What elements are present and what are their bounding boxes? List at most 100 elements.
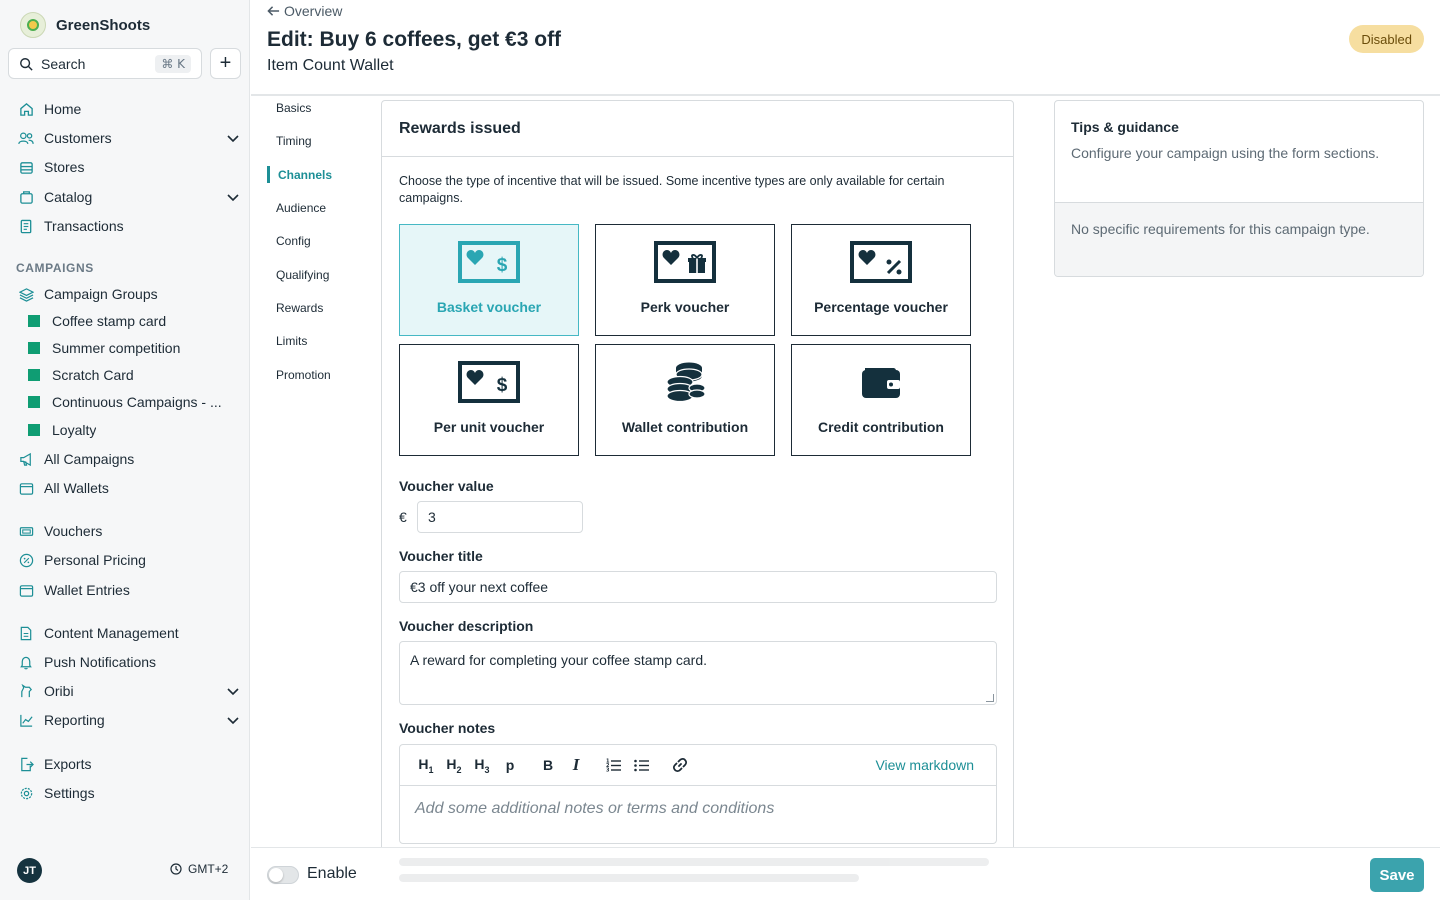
option-per-unit-voucher[interactable]: $ Per unit voucher <box>399 344 579 456</box>
brand[interactable]: GreenShoots <box>20 12 150 38</box>
rewards-card: Rewards issued Choose the type of incent… <box>381 100 1014 860</box>
search-icon <box>20 57 33 71</box>
section-nav-limits[interactable]: Limits <box>276 334 307 348</box>
view-markdown-link[interactable]: View markdown <box>875 757 974 773</box>
section-nav-qualifying[interactable]: Qualifying <box>276 268 329 282</box>
nav-item-vouchers[interactable]: Vouchers <box>18 519 240 543</box>
nav-item-all-wallets[interactable]: All Wallets <box>18 476 240 500</box>
search-shortcut: ⌘ K <box>155 54 191 73</box>
tips-panel: Tips & guidance Configure your campaign … <box>1054 100 1424 277</box>
voucher-notes-placeholder[interactable]: Add some additional notes or terms and c… <box>400 786 996 832</box>
bold-icon[interactable]: B <box>534 753 562 777</box>
group-color-square <box>28 396 40 408</box>
users-icon <box>18 130 34 146</box>
section-nav-channels[interactable]: Channels <box>278 168 332 182</box>
italic-icon[interactable]: I <box>562 753 590 777</box>
paragraph-icon[interactable]: p <box>496 753 524 777</box>
bell-icon <box>18 654 34 670</box>
chevron-down-icon[interactable] <box>226 713 240 727</box>
nav-item-campaign-groups[interactable]: Campaign Groups <box>18 282 240 306</box>
nav-item-home[interactable]: Home <box>18 97 240 121</box>
voucher-value-input[interactable]: 3 <box>417 501 583 533</box>
percent-icon <box>18 552 34 568</box>
search-input[interactable]: Search ⌘ K <box>8 48 202 79</box>
section-nav-basics[interactable]: Basics <box>276 101 311 115</box>
wallet-icon <box>18 480 34 496</box>
nav-item-all-campaigns[interactable]: All Campaigns <box>18 447 240 471</box>
coins-icon <box>663 359 707 405</box>
save-button[interactable]: Save <box>1370 858 1424 892</box>
basket-voucher-icon: $ <box>458 239 520 285</box>
plus-icon: + <box>219 52 232 74</box>
option-wallet-contribution[interactable]: Wallet contribution <box>595 344 775 456</box>
nav-item-catalog[interactable]: Catalog <box>18 185 240 209</box>
campaign-group-item[interactable]: Scratch Card <box>28 367 240 383</box>
nav-item-personal-pricing[interactable]: Personal Pricing <box>18 548 240 572</box>
heading-1-icon[interactable]: H1 <box>412 753 440 777</box>
header-divider <box>251 94 1440 96</box>
voucher-description-textarea[interactable]: A reward for completing your coffee stam… <box>399 641 997 705</box>
status-badge: Disabled <box>1349 25 1424 53</box>
chevron-down-icon[interactable] <box>226 131 240 145</box>
nav-item-reporting[interactable]: Reporting <box>18 708 240 732</box>
enable-label: Enable <box>307 865 357 882</box>
brand-name: GreenShoots <box>56 16 151 34</box>
campaigns-heading: CAMPAIGNS <box>16 261 94 275</box>
percentage-voucher-icon <box>850 239 912 285</box>
nav-item-oribi[interactable]: Oribi <box>18 679 240 703</box>
document-icon <box>18 625 34 641</box>
nav-item-wallet-entries[interactable]: Wallet Entries <box>18 578 240 602</box>
section-nav-active-indicator <box>267 166 270 183</box>
group-color-square <box>28 424 40 436</box>
gear-icon <box>18 785 34 801</box>
home-icon <box>18 101 34 117</box>
option-basket-voucher[interactable]: $ Basket voucher <box>399 224 579 336</box>
section-nav-timing[interactable]: Timing <box>276 134 312 148</box>
voucher-notes-label: Voucher notes <box>399 720 496 736</box>
nav-item-exports[interactable]: Exports <box>18 752 240 776</box>
resize-handle[interactable] <box>986 694 994 702</box>
option-perk-voucher[interactable]: Perk voucher <box>595 224 775 336</box>
bullet-list-icon[interactable] <box>628 753 656 777</box>
voucher-title-input[interactable]: €3 off your next coffee <box>399 571 997 603</box>
nav-item-content-management[interactable]: Content Management <box>18 621 240 645</box>
ordered-list-icon[interactable]: 123 <box>600 753 628 777</box>
nav-item-customers[interactable]: Customers <box>18 126 240 150</box>
nav-item-settings[interactable]: Settings <box>18 781 240 805</box>
heading-2-icon[interactable]: H2 <box>440 753 468 777</box>
search-label: Search <box>41 55 86 72</box>
campaign-group-item[interactable]: Continuous Campaigns - ... <box>28 394 240 410</box>
campaign-group-item[interactable]: Loyalty <box>28 422 240 438</box>
campaign-group-item[interactable]: Summer competition <box>28 340 240 356</box>
voucher-notes-editor[interactable]: H1 H2 H3 p B I 123 View markdown Add som… <box>399 744 997 844</box>
section-nav-promotion[interactable]: Promotion <box>276 368 331 382</box>
timezone-indicator[interactable]: GMT+2 <box>170 862 228 876</box>
tips-title: Tips & guidance <box>1071 119 1179 135</box>
nav-item-transactions[interactable]: Transactions <box>18 214 240 238</box>
back-link[interactable]: Overview <box>267 3 342 19</box>
enable-toggle[interactable] <box>267 866 299 884</box>
section-nav-config[interactable]: Config <box>276 234 311 248</box>
link-icon[interactable] <box>666 753 694 777</box>
add-button[interactable]: + <box>210 48 241 79</box>
group-color-square <box>28 315 40 327</box>
nav-item-push-notifications[interactable]: Push Notifications <box>18 650 240 674</box>
section-nav-rewards[interactable]: Rewards <box>276 301 323 315</box>
page-title: Edit: Buy 6 coffees, get €3 off <box>267 28 562 51</box>
store-icon <box>18 159 34 175</box>
chevron-down-icon[interactable] <box>226 190 240 204</box>
campaign-group-item[interactable]: Coffee stamp card <box>28 313 240 329</box>
group-color-square <box>28 342 40 354</box>
section-nav-audience[interactable]: Audience <box>276 201 326 215</box>
megaphone-icon <box>18 451 34 467</box>
chart-icon <box>18 712 34 728</box>
chevron-down-icon[interactable] <box>226 684 240 698</box>
scrolled-content-ghost <box>399 850 989 890</box>
nav-item-stores[interactable]: Stores <box>18 155 240 179</box>
avatar[interactable]: JT <box>17 858 42 883</box>
voucher-title-label: Voucher title <box>399 548 483 564</box>
heading-3-icon[interactable]: H3 <box>468 753 496 777</box>
option-credit-contribution[interactable]: Credit contribution <box>791 344 971 456</box>
option-percentage-voucher[interactable]: Percentage voucher <box>791 224 971 336</box>
receipt-icon <box>18 218 34 234</box>
